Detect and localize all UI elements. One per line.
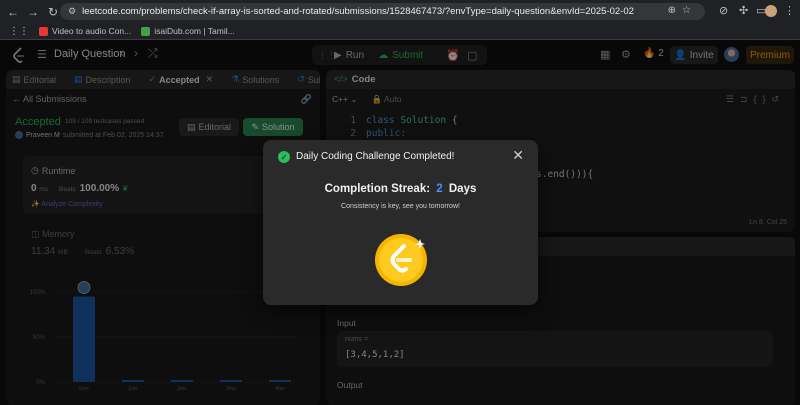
close-icon[interactable]: ✕	[512, 148, 524, 162]
url-text: leetcode.com/problems/check-if-array-is-…	[82, 6, 634, 17]
bookmark-label: Video to audio Con...	[52, 26, 132, 36]
forward-icon[interactable]: →	[26, 5, 40, 19]
site-info-icon[interactable]: ⚙	[68, 6, 76, 17]
modal-title: Daily Coding Challenge Completed!	[296, 151, 455, 162]
extensions-puzzle-icon[interactable]: ✣	[739, 4, 748, 17]
bookmark-label: isaiDub.com | Tamil...	[154, 26, 235, 36]
leetcode-coin-icon	[375, 234, 427, 286]
address-actions[interactable]: ⊕☆	[668, 5, 697, 16]
daily-challenge-modal: ✓ Daily Coding Challenge Completed! ✕ Co…	[263, 140, 538, 305]
bookmark-video-to-audio[interactable]: Video to audio Con...	[39, 26, 131, 36]
completion-streak: Completion Streak: 2 Days	[263, 183, 538, 195]
apps-grid-icon[interactable]: ⋮⋮	[9, 26, 29, 37]
bookmarks-bar: ⋮⋮ Video to audio Con... isaiDub.com | T…	[0, 23, 800, 40]
bookmark-favicon	[141, 26, 151, 36]
streak-number: 2	[436, 183, 443, 195]
bookmark-isaidub[interactable]: isaiDub.com | Tamil...	[141, 26, 235, 36]
back-icon[interactable]: ←	[6, 5, 20, 19]
bookmark-favicon	[39, 26, 48, 36]
modal-subtitle: Consistency is key, see you tomorrow!	[341, 203, 460, 210]
address-bar[interactable]: ⚙ leetcode.com/problems/check-if-array-i…	[60, 3, 705, 20]
browser-menu-icon[interactable]: ⋮	[784, 4, 795, 17]
check-circle-icon: ✓	[278, 151, 290, 163]
reload-icon[interactable]: ↻	[46, 5, 60, 19]
streak-suffix: Days	[448, 183, 477, 195]
profile-avatar[interactable]	[765, 5, 777, 17]
browser-toolbar: ← → ↻ ⚙ leetcode.com/problems/check-if-a…	[0, 0, 800, 23]
extension-icon[interactable]: ⊘	[719, 4, 728, 17]
streak-prefix: Completion Streak:	[324, 183, 431, 195]
